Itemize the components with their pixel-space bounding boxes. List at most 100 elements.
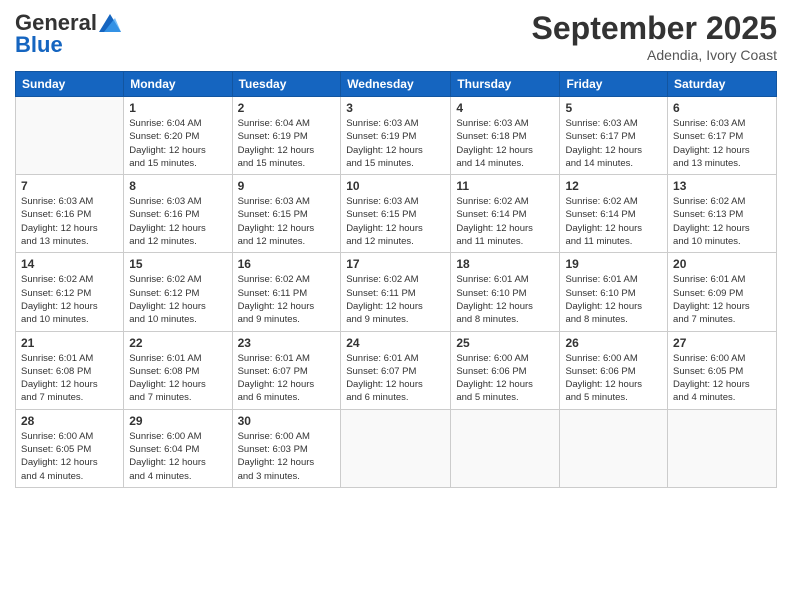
table-row: 20 Sunrise: 6:01 AMSunset: 6:09 PMDayligh… [668, 253, 777, 331]
table-row: 15 Sunrise: 6:02 AMSunset: 6:12 PMDayligh… [124, 253, 232, 331]
day-number: 4 [456, 101, 554, 115]
table-row: 4 Sunrise: 6:03 AMSunset: 6:18 PMDaylight… [451, 97, 560, 175]
day-number: 17 [346, 257, 445, 271]
table-row: 10Sunrise: 6:03 AMSunset: 6:15 PMDayligh… [341, 175, 451, 253]
logo-icon [99, 14, 121, 32]
table-row: 8 Sunrise: 6:03 AMSunset: 6:16 PMDaylight… [124, 175, 232, 253]
day-number: 2 [238, 101, 336, 115]
table-row: 6Sunrise: 6:03 AMSunset: 6:17 PMDaylight… [668, 97, 777, 175]
day-info: Sunrise: 6:02 AMSunset: 6:13 PMDaylight:… [673, 195, 771, 248]
day-number: 3 [346, 101, 445, 115]
table-row: 27 Sunrise: 6:00 AMSunset: 6:05 PMDayligh… [668, 331, 777, 409]
table-row: 5Sunrise: 6:03 AMSunset: 6:17 PMDaylight… [560, 97, 668, 175]
day-info: Sunrise: 6:03 AMSunset: 6:16 PMDaylight:… [129, 195, 226, 248]
day-info: Sunrise: 6:04 AMSunset: 6:20 PMDaylight:… [129, 117, 226, 170]
table-row: 16 Sunrise: 6:02 AMSunset: 6:11 PMDayligh… [232, 253, 341, 331]
day-info: Sunrise: 6:01 AMSunset: 6:08 PMDaylight:… [129, 352, 226, 405]
table-row: 24 Sunrise: 6:01 AMSunset: 6:07 PMDayligh… [341, 331, 451, 409]
table-row: 14 Sunrise: 6:02 AMSunset: 6:12 PMDayligh… [16, 253, 124, 331]
calendar-table: Sunday Monday Tuesday Wednesday Thursday… [15, 71, 777, 488]
day-info: Sunrise: 6:01 AMSunset: 6:10 PMDaylight:… [565, 273, 662, 326]
day-number: 1 [129, 101, 226, 115]
day-number: 30 [238, 414, 336, 428]
day-info: Sunrise: 6:00 AMSunset: 6:05 PMDaylight:… [673, 352, 771, 405]
day-info: Sunrise: 6:01 AMSunset: 6:10 PMDaylight:… [456, 273, 554, 326]
day-info: Sunrise: 6:01 AMSunset: 6:09 PMDaylight:… [673, 273, 771, 326]
day-info: Sunrise: 6:02 AMSunset: 6:11 PMDaylight:… [346, 273, 445, 326]
day-number: 12 [565, 179, 662, 193]
table-row: 13 Sunrise: 6:02 AMSunset: 6:13 PMDayligh… [668, 175, 777, 253]
table-row: 18 Sunrise: 6:01 AMSunset: 6:10 PMDayligh… [451, 253, 560, 331]
table-row: 17 Sunrise: 6:02 AMSunset: 6:11 PMDayligh… [341, 253, 451, 331]
table-row: 9 Sunrise: 6:03 AMSunset: 6:15 PMDaylight… [232, 175, 341, 253]
table-row: 23Sunrise: 6:01 AMSunset: 6:07 PMDayligh… [232, 331, 341, 409]
day-number: 20 [673, 257, 771, 271]
day-number: 16 [238, 257, 336, 271]
day-info: Sunrise: 6:01 AMSunset: 6:07 PMDaylight:… [346, 352, 445, 405]
day-number: 10 [346, 179, 445, 193]
day-info: Sunrise: 6:02 AMSunset: 6:14 PMDaylight:… [456, 195, 554, 248]
day-number: 23 [238, 336, 336, 350]
day-number: 11 [456, 179, 554, 193]
day-info: Sunrise: 6:02 AMSunset: 6:14 PMDaylight:… [565, 195, 662, 248]
calendar-week-row: 14 Sunrise: 6:02 AMSunset: 6:12 PMDayligh… [16, 253, 777, 331]
day-info: Sunrise: 6:02 AMSunset: 6:12 PMDaylight:… [129, 273, 226, 326]
day-number: 26 [565, 336, 662, 350]
header-thursday: Thursday [451, 72, 560, 97]
header-sunday: Sunday [16, 72, 124, 97]
table-row [341, 409, 451, 487]
day-number: 7 [21, 179, 118, 193]
day-info: Sunrise: 6:03 AMSunset: 6:16 PMDaylight:… [21, 195, 118, 248]
day-info: Sunrise: 6:04 AMSunset: 6:19 PMDaylight:… [238, 117, 336, 170]
header-saturday: Saturday [668, 72, 777, 97]
table-row: 12 Sunrise: 6:02 AMSunset: 6:14 PMDayligh… [560, 175, 668, 253]
day-info: Sunrise: 6:00 AMSunset: 6:06 PMDaylight:… [456, 352, 554, 405]
logo-blue: Blue [15, 32, 63, 58]
calendar-week-row: 7 Sunrise: 6:03 AMSunset: 6:16 PMDaylight… [16, 175, 777, 253]
table-row: 26Sunrise: 6:00 AMSunset: 6:06 PMDayligh… [560, 331, 668, 409]
calendar-week-row: 1 Sunrise: 6:04 AMSunset: 6:20 PMDaylight… [16, 97, 777, 175]
table-row: 2 Sunrise: 6:04 AMSunset: 6:19 PMDaylight… [232, 97, 341, 175]
calendar-week-row: 28Sunrise: 6:00 AMSunset: 6:05 PMDayligh… [16, 409, 777, 487]
table-row [451, 409, 560, 487]
header-wednesday: Wednesday [341, 72, 451, 97]
day-number: 9 [238, 179, 336, 193]
day-number: 15 [129, 257, 226, 271]
day-number: 27 [673, 336, 771, 350]
day-number: 6 [673, 101, 771, 115]
day-info: Sunrise: 6:03 AMSunset: 6:19 PMDaylight:… [346, 117, 445, 170]
month-title: September 2025 [532, 10, 777, 47]
day-number: 18 [456, 257, 554, 271]
day-number: 24 [346, 336, 445, 350]
table-row: 11 Sunrise: 6:02 AMSunset: 6:14 PMDayligh… [451, 175, 560, 253]
day-number: 22 [129, 336, 226, 350]
day-number: 28 [21, 414, 118, 428]
day-number: 13 [673, 179, 771, 193]
table-row [16, 97, 124, 175]
day-number: 19 [565, 257, 662, 271]
table-row: 3 Sunrise: 6:03 AMSunset: 6:19 PMDaylight… [341, 97, 451, 175]
table-row [668, 409, 777, 487]
day-number: 8 [129, 179, 226, 193]
table-row [560, 409, 668, 487]
day-number: 21 [21, 336, 118, 350]
table-row: 30Sunrise: 6:00 AMSunset: 6:03 PMDayligh… [232, 409, 341, 487]
day-info: Sunrise: 6:03 AMSunset: 6:17 PMDaylight:… [565, 117, 662, 170]
day-info: Sunrise: 6:03 AMSunset: 6:15 PMDaylight:… [238, 195, 336, 248]
day-number: 14 [21, 257, 118, 271]
calendar-header-row: Sunday Monday Tuesday Wednesday Thursday… [16, 72, 777, 97]
title-block: September 2025 Adendia, Ivory Coast [532, 10, 777, 63]
day-info: Sunrise: 6:01 AMSunset: 6:08 PMDaylight:… [21, 352, 118, 405]
table-row: 7 Sunrise: 6:03 AMSunset: 6:16 PMDaylight… [16, 175, 124, 253]
day-number: 25 [456, 336, 554, 350]
calendar-week-row: 21 Sunrise: 6:01 AMSunset: 6:08 PMDayligh… [16, 331, 777, 409]
header-tuesday: Tuesday [232, 72, 341, 97]
day-info: Sunrise: 6:02 AMSunset: 6:11 PMDaylight:… [238, 273, 336, 326]
day-info: Sunrise: 6:02 AMSunset: 6:12 PMDaylight:… [21, 273, 118, 326]
header-monday: Monday [124, 72, 232, 97]
table-row: 1 Sunrise: 6:04 AMSunset: 6:20 PMDaylight… [124, 97, 232, 175]
header-friday: Friday [560, 72, 668, 97]
day-info: Sunrise: 6:03 AMSunset: 6:18 PMDaylight:… [456, 117, 554, 170]
table-row: 29Sunrise: 6:00 AMSunset: 6:04 PMDayligh… [124, 409, 232, 487]
table-row: 25 Sunrise: 6:00 AMSunset: 6:06 PMDayligh… [451, 331, 560, 409]
